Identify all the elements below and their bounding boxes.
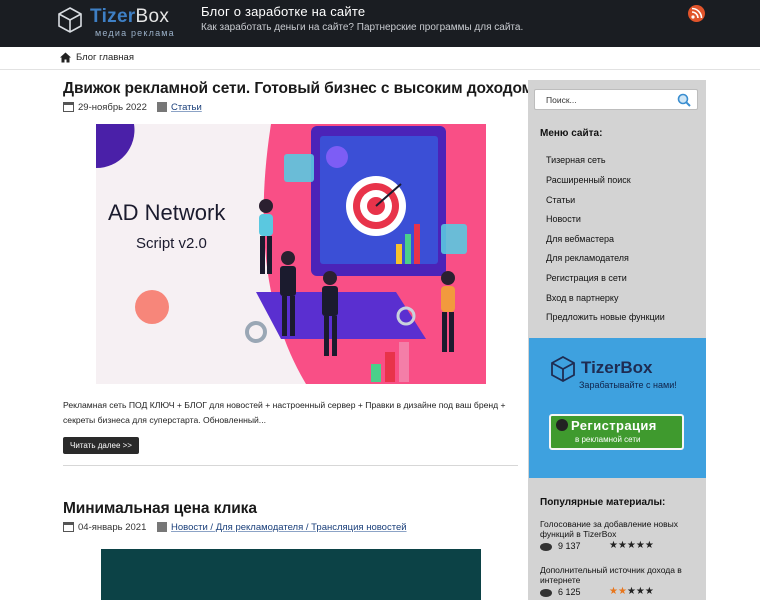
- calendar-icon: [63, 522, 74, 532]
- view-count: 6 125: [558, 587, 581, 597]
- menu-item-advertisers[interactable]: Для рекламодателя: [546, 253, 629, 263]
- menu-title: Меню сайта:: [540, 128, 603, 139]
- menu-item-registration[interactable]: Регистрация в сети: [546, 273, 627, 283]
- breadcrumb: Блог главная: [0, 47, 760, 70]
- menu-item-login[interactable]: Вход в партнерку: [546, 293, 618, 303]
- site-header: TizerBox медиа реклама Блог о заработке …: [0, 0, 760, 47]
- hero-text-2: Script v2.0: [136, 235, 207, 252]
- cube-logo-icon: [551, 356, 575, 382]
- eye-icon: [540, 589, 552, 597]
- post-category-links[interactable]: Новости / Для рекламодателя / Трансляция…: [171, 522, 407, 533]
- banner-brand: TizerBox: [581, 358, 653, 377]
- register-sublabel: в рекламной сети: [575, 435, 641, 444]
- post-meta: 04-январь 2021 Новости / Для рекламодате…: [63, 521, 407, 535]
- breadcrumb-home-link[interactable]: Блог главная: [76, 52, 134, 63]
- menu-item-teaser-network[interactable]: Тизерная сеть: [546, 155, 606, 165]
- rating-stars[interactable]: ★★★★★: [609, 586, 654, 597]
- registered-mark-icon: [556, 419, 568, 431]
- popular-item-stats: 6 125 ★★★★★: [540, 586, 700, 599]
- search-box[interactable]: Поиск...: [534, 89, 698, 110]
- site-title[interactable]: Блог о заработке на сайте: [201, 4, 365, 19]
- cube-logo-icon: [58, 7, 82, 33]
- menu-item-webmasters[interactable]: Для вебмастера: [546, 234, 614, 244]
- logo-subtitle: медиа реклама: [95, 28, 175, 38]
- popular-title: Популярные материалы:: [540, 497, 666, 508]
- folder-icon: [157, 102, 167, 112]
- menu-item-articles[interactable]: Статьи: [546, 195, 575, 205]
- register-button[interactable]: Регистрация в рекламной сети: [549, 414, 684, 450]
- view-count: 9 137: [558, 541, 581, 551]
- registration-banner[interactable]: TizerBox Зарабатывайте с нами! Регистрац…: [529, 338, 706, 478]
- post-date: 29-ноябрь 2022: [78, 102, 147, 113]
- hero-text-1: AD Network: [108, 200, 226, 225]
- post-divider: [63, 465, 518, 466]
- rss-icon[interactable]: [688, 5, 705, 22]
- post-hero-image[interactable]: [101, 549, 481, 600]
- post-meta: 29-ноябрь 2022 Статьи: [63, 101, 263, 115]
- banner-slogan: Зарабатывайте с нами!: [579, 380, 677, 390]
- post-hero-image[interactable]: AD Network Script v2.0: [96, 124, 486, 384]
- popular-item-stats: 9 137 ★★★★★: [540, 540, 700, 553]
- read-more-button[interactable]: Читать далее >>: [63, 437, 139, 454]
- search-input[interactable]: Поиск...: [546, 95, 577, 105]
- site-tagline: Как заработать деньги на сайте? Партнерс…: [201, 22, 524, 33]
- eye-icon: [540, 543, 552, 551]
- site-logo[interactable]: TizerBox медиа реклама: [57, 5, 177, 41]
- post-category-link[interactable]: Статьи: [171, 102, 202, 113]
- calendar-icon: [63, 102, 74, 112]
- logo-wordmark: TizerBox: [90, 6, 170, 27]
- menu-item-suggest-features[interactable]: Предложить новые функции: [546, 312, 665, 322]
- popular-item-link[interactable]: Голосование за добавление новых функций …: [540, 519, 700, 539]
- ad-network-illustration: AD Network Script v2.0: [96, 124, 486, 384]
- folder-icon: [157, 522, 167, 532]
- search-icon[interactable]: [677, 93, 691, 107]
- post-title[interactable]: Движок рекламной сети. Готовый бизнес с …: [63, 80, 533, 98]
- post-excerpt: Рекламная сеть ПОД КЛЮЧ + БЛОГ для новос…: [63, 400, 506, 425]
- home-icon[interactable]: [60, 52, 71, 63]
- register-label: Регистрация: [571, 418, 657, 433]
- popular-item-link[interactable]: Дополнительный источник дохода в интерне…: [540, 565, 700, 585]
- menu-item-advanced-search[interactable]: Расширенный поиск: [546, 175, 631, 185]
- menu-item-news[interactable]: Новости: [546, 214, 581, 224]
- post-date: 04-январь 2021: [78, 522, 147, 533]
- rating-stars[interactable]: ★★★★★: [609, 540, 654, 551]
- post-title[interactable]: Минимальная цена клика: [63, 500, 257, 518]
